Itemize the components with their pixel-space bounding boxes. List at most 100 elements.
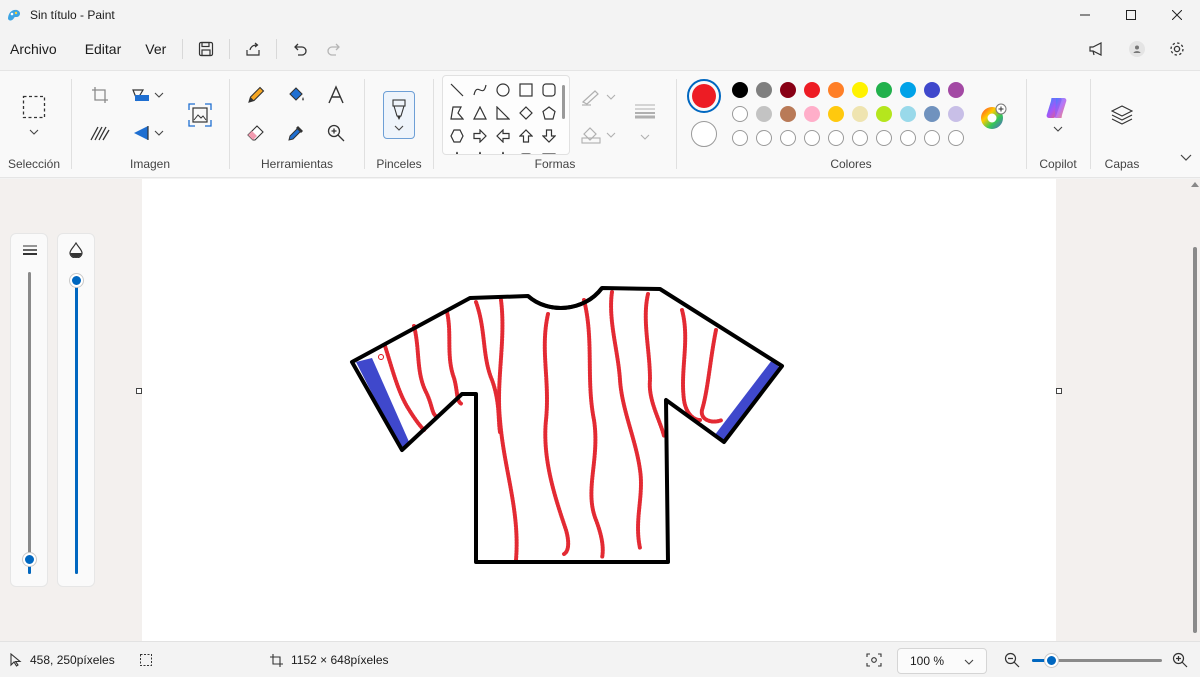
shape-diamond[interactable] (516, 103, 536, 123)
palette-color-swatch[interactable] (948, 82, 964, 98)
minimize-button[interactable] (1062, 0, 1108, 30)
palette-color-swatch[interactable] (804, 106, 820, 122)
shape-star-five[interactable] (470, 148, 490, 154)
shape-arrow-down[interactable] (539, 126, 559, 146)
rotate-dropdown[interactable] (152, 119, 166, 147)
palette-color-swatch[interactable] (732, 82, 748, 98)
fill-button[interactable] (282, 81, 310, 109)
shape-star-six[interactable] (493, 148, 513, 154)
menu-edit[interactable]: Editar (75, 34, 132, 64)
shape-rectangle[interactable] (516, 80, 536, 100)
shape-heart[interactable] (539, 148, 559, 154)
palette-color-swatch[interactable] (756, 106, 772, 122)
zoom-out-button[interactable] (1004, 642, 1020, 677)
settings-button[interactable] (1160, 34, 1194, 64)
canvas-resize-handle-left[interactable] (136, 388, 142, 394)
redo-button[interactable] (317, 34, 351, 64)
size-slider-thumb[interactable] (23, 552, 36, 566)
select-dropdown[interactable] (24, 125, 44, 139)
crop-button[interactable] (86, 81, 114, 109)
announcements-button[interactable] (1080, 34, 1114, 64)
outline-button[interactable] (578, 83, 604, 111)
menu-view[interactable]: Ver (135, 34, 176, 64)
palette-color-swatch[interactable] (852, 106, 868, 122)
fit-to-window-button[interactable] (866, 642, 882, 677)
eraser-button[interactable] (242, 119, 270, 147)
palette-color-swatch[interactable] (924, 82, 940, 98)
image-creator-button[interactable] (186, 101, 214, 129)
palette-color-swatch[interactable] (900, 82, 916, 98)
resize-dropdown[interactable] (152, 81, 166, 109)
custom-color-slot[interactable] (852, 130, 868, 146)
palette-color-swatch[interactable] (732, 106, 748, 122)
shape-arrow-up[interactable] (516, 126, 536, 146)
background-removal-button[interactable] (86, 119, 114, 147)
save-button[interactable] (189, 34, 223, 64)
shape-star-four[interactable] (447, 148, 467, 154)
text-button[interactable] (322, 81, 350, 109)
shape-hexagon[interactable] (447, 126, 467, 146)
palette-color-swatch[interactable] (780, 106, 796, 122)
secondary-color-button[interactable] (691, 121, 717, 147)
shape-rounded-rectangle[interactable] (539, 80, 559, 100)
copilot-button[interactable] (1043, 93, 1073, 123)
custom-color-slot[interactable] (900, 130, 916, 146)
palette-color-swatch[interactable] (804, 82, 820, 98)
palette-color-swatch[interactable] (900, 106, 916, 122)
palette-color-swatch[interactable] (924, 106, 940, 122)
custom-color-slot[interactable] (828, 130, 844, 146)
shape-arrow-right[interactable] (470, 126, 490, 146)
palette-color-swatch[interactable] (876, 82, 892, 98)
shape-oval[interactable] (493, 80, 513, 100)
custom-color-slot[interactable] (732, 130, 748, 146)
palette-color-swatch[interactable] (780, 82, 796, 98)
shape-arrow-left[interactable] (493, 126, 513, 146)
custom-color-slot[interactable] (756, 130, 772, 146)
account-button[interactable] (1120, 34, 1154, 64)
pencil-button[interactable] (242, 81, 270, 109)
shape-line[interactable] (447, 80, 467, 100)
layers-button[interactable] (1108, 101, 1136, 129)
menu-file[interactable]: Archivo (0, 34, 67, 64)
custom-color-slot[interactable] (948, 130, 964, 146)
fill-style-button[interactable] (578, 121, 604, 149)
palette-color-swatch[interactable] (756, 82, 772, 98)
canvas-resize-handle-right[interactable] (1056, 388, 1062, 394)
brushes-button[interactable] (383, 91, 415, 139)
palette-color-swatch[interactable] (828, 82, 844, 98)
ribbon-collapse-button[interactable] (1176, 149, 1196, 165)
undo-button[interactable] (283, 34, 317, 64)
custom-color-slot[interactable] (876, 130, 892, 146)
zoom-select[interactable]: 100 % (897, 648, 987, 674)
drawing-canvas[interactable] (142, 179, 1056, 641)
vertical-scrollbar[interactable] (1190, 179, 1200, 641)
shape-triangle[interactable] (470, 103, 490, 123)
primary-color-button[interactable] (687, 79, 721, 113)
custom-color-slot[interactable] (924, 130, 940, 146)
outline-dropdown[interactable] (604, 83, 618, 111)
shapes-gallery[interactable] (442, 75, 570, 155)
zoom-slider-thumb[interactable] (1045, 654, 1058, 667)
size-slider-track[interactable] (28, 272, 31, 574)
palette-color-swatch[interactable] (948, 106, 964, 122)
line-weight-button[interactable] (632, 97, 658, 125)
close-button[interactable] (1154, 0, 1200, 30)
vertical-scrollbar-thumb[interactable] (1193, 247, 1197, 633)
copilot-dropdown[interactable] (1049, 123, 1067, 135)
line-weight-dropdown[interactable] (638, 123, 652, 151)
shapes-gallery-scrollbar[interactable] (562, 85, 565, 119)
palette-color-swatch[interactable] (852, 82, 868, 98)
shape-polygon[interactable] (447, 103, 467, 123)
shape-curve[interactable] (470, 80, 490, 100)
shape-pentagon[interactable] (539, 103, 559, 123)
palette-color-swatch[interactable] (828, 106, 844, 122)
fill-style-dropdown[interactable] (604, 121, 618, 149)
opacity-slider-thumb[interactable] (70, 274, 83, 287)
custom-color-slot[interactable] (804, 130, 820, 146)
share-button[interactable] (236, 34, 270, 64)
shape-callout[interactable] (516, 148, 536, 154)
shape-right-triangle[interactable] (493, 103, 513, 123)
custom-color-slot[interactable] (780, 130, 796, 146)
zoom-in-button[interactable] (1172, 642, 1188, 677)
magnifier-button[interactable] (322, 119, 350, 147)
